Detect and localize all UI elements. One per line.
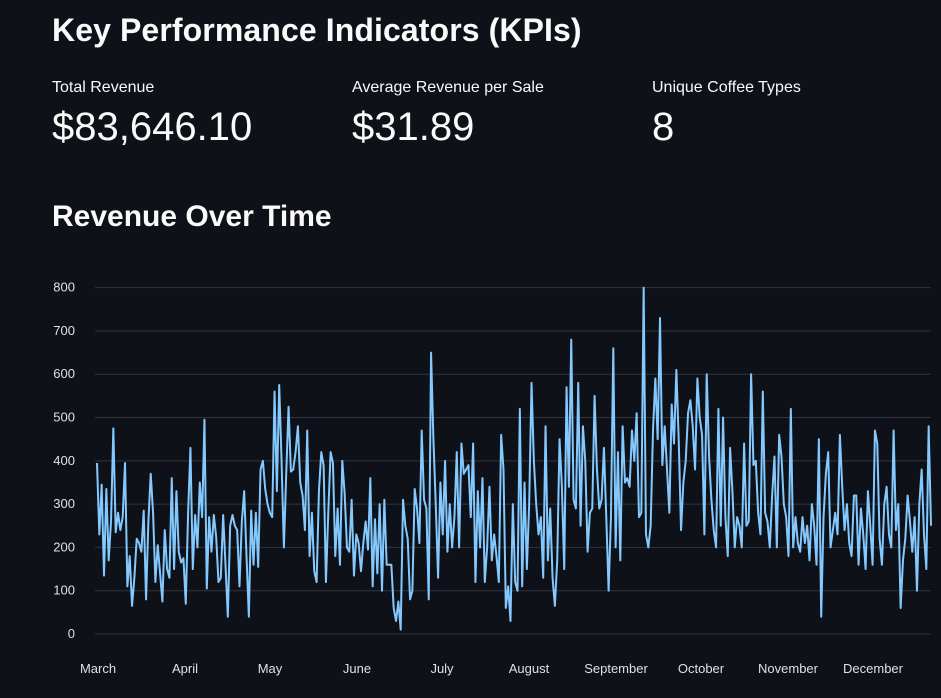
metric-label: Total Revenue <box>52 79 155 96</box>
metric-value: $83,646.10 <box>52 105 253 149</box>
y-tick-label: 100 <box>53 583 75 598</box>
metric-label: Unique Coffee Types <box>652 79 801 96</box>
y-tick-label: 0 <box>68 626 75 641</box>
y-tick-label: 800 <box>53 280 75 295</box>
x-tick-label: August <box>509 661 550 676</box>
revenue-chart[interactable]: 0 100 200 300 400 500 600 700 800 March April May Ju… <box>0 260 941 698</box>
y-tick-label: 600 <box>53 366 75 381</box>
x-tick-label: December <box>843 661 904 676</box>
y-tick-label: 500 <box>53 410 75 425</box>
kpi-heading: Key Performance Indicators (KPIs) <box>52 12 582 48</box>
y-tick-label: 200 <box>53 539 75 554</box>
dashboard-page: Key Performance Indicators (KPIs) Total … <box>0 0 941 698</box>
x-tick-label: September <box>584 661 648 676</box>
x-tick-label: July <box>430 661 454 676</box>
metric-average-revenue: Average Revenue per Sale $31.89 <box>352 78 544 150</box>
x-tick-label: June <box>343 661 371 676</box>
x-tick-label: November <box>758 661 819 676</box>
revenue-chart-heading: Revenue Over Time <box>52 200 332 233</box>
revenue-line-chart-svg[interactable]: 0 100 200 300 400 500 600 700 800 March April May Ju… <box>0 260 941 698</box>
y-tick-label: 300 <box>53 496 75 511</box>
metric-total-revenue: Total Revenue $83,646.10 <box>52 78 252 150</box>
revenue-series-line[interactable] <box>96 286 932 631</box>
x-tick-label: April <box>172 661 198 676</box>
x-tick-label: March <box>80 661 116 676</box>
y-tick-label: 700 <box>53 323 75 338</box>
metric-unique-coffee-types: Unique Coffee Types 8 <box>652 78 801 150</box>
x-tick-label: May <box>258 661 283 676</box>
metric-value: 8 <box>652 105 675 149</box>
y-tick-label: 400 <box>53 453 75 468</box>
metric-value: $31.89 <box>352 105 475 149</box>
x-tick-label: October <box>678 661 725 676</box>
metric-label: Average Revenue per Sale <box>352 79 544 96</box>
